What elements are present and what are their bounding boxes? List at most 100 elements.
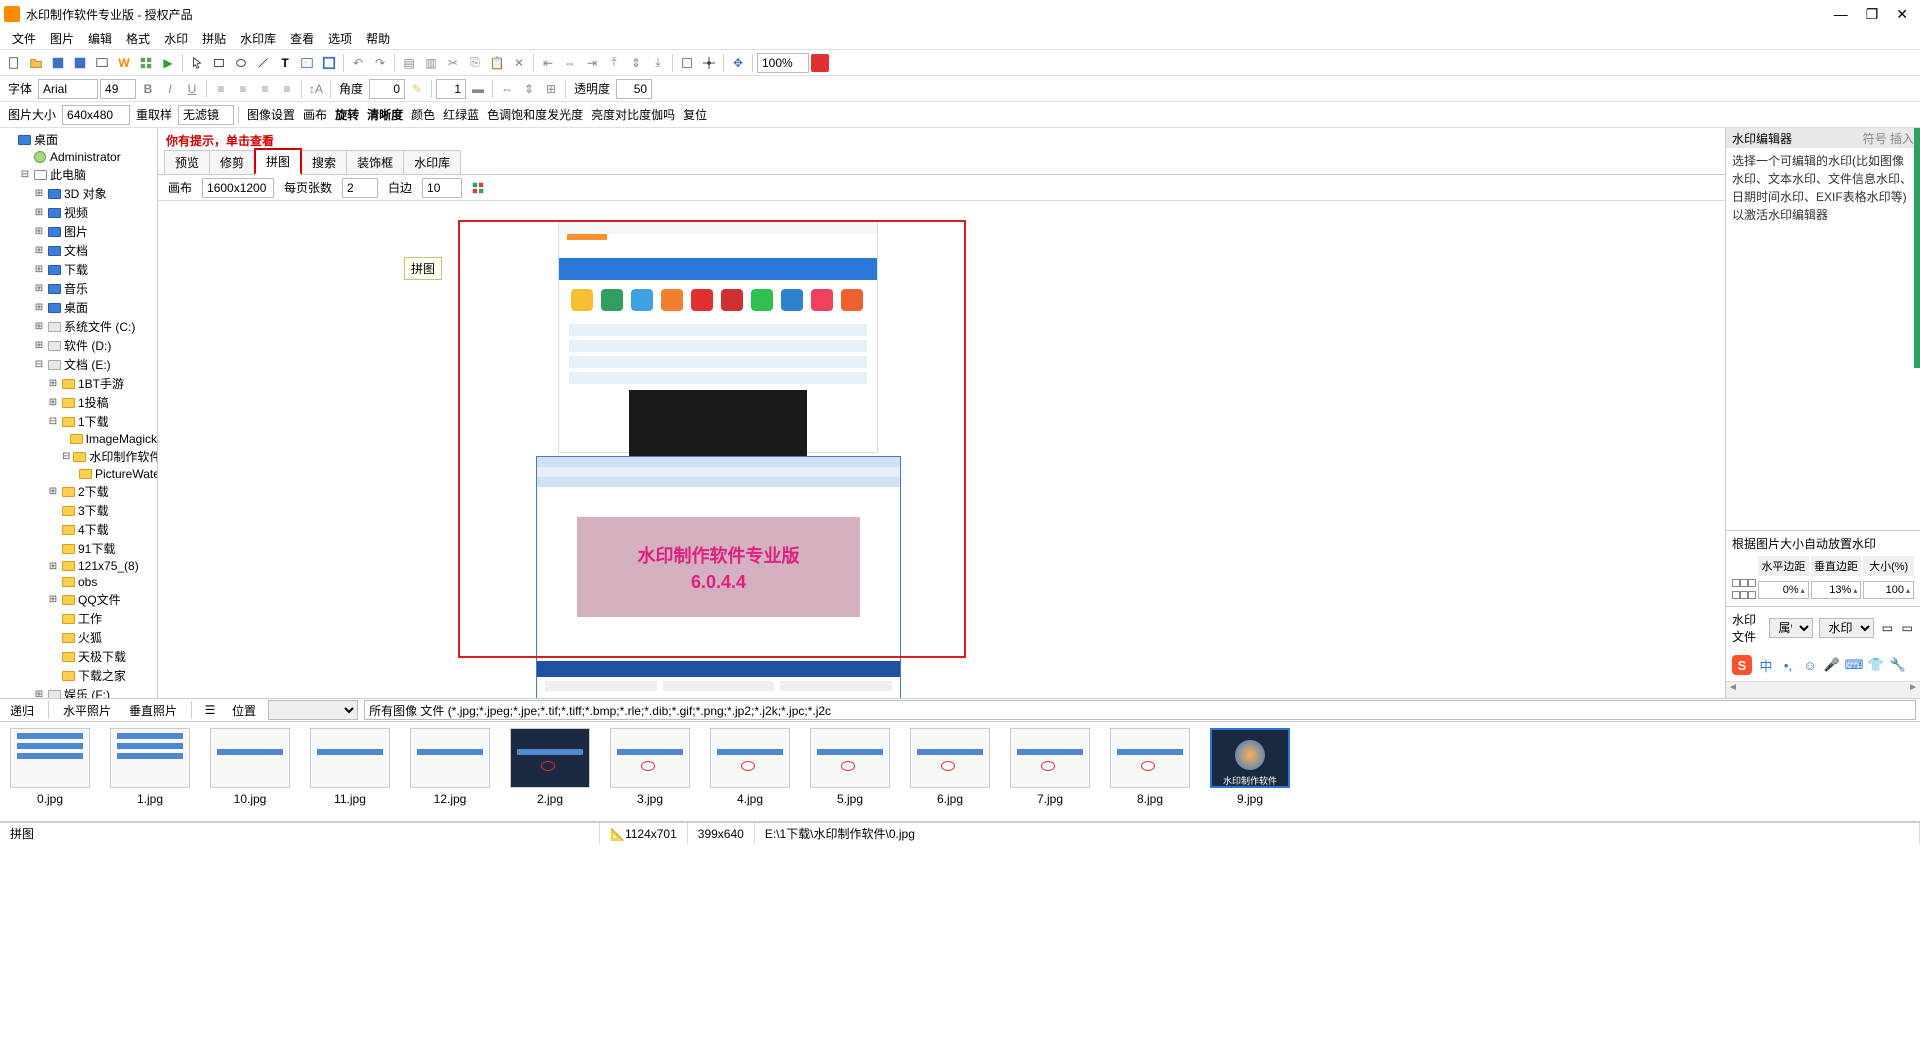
underline-icon[interactable]: U bbox=[182, 79, 202, 99]
wm-select[interactable]: 水印 bbox=[1819, 618, 1874, 638]
vertical-photos-toggle[interactable]: 垂直照片 bbox=[123, 700, 183, 721]
rpanel-hscroll[interactable] bbox=[1726, 681, 1920, 698]
record-button[interactable] bbox=[811, 54, 829, 72]
justify-icon[interactable]: ≡ bbox=[277, 79, 297, 99]
ime-mic-icon[interactable]: 🎤 bbox=[1824, 657, 1840, 673]
tree-item-14[interactable]: ⊟1下载 bbox=[0, 412, 157, 431]
folder-tree[interactable]: 桌面 Administrator⊟此电脑⊞3D 对象⊞视频⊞图片⊞文档⊞下载⊞音… bbox=[0, 128, 158, 698]
position-select[interactable] bbox=[268, 700, 358, 720]
align-center-text-icon[interactable]: ≡ bbox=[233, 79, 253, 99]
tb3-btn-6[interactable]: 色调饱和度发光度 bbox=[483, 108, 587, 122]
tree-item-13[interactable]: ⊞1投稿 bbox=[0, 393, 157, 412]
tree-item-6[interactable]: ⊞下载 bbox=[0, 260, 157, 279]
copy-icon[interactable]: ⎘ bbox=[465, 53, 485, 73]
rpanel-scrollbar[interactable] bbox=[1914, 128, 1920, 368]
pointer-icon[interactable] bbox=[187, 53, 207, 73]
tb3-btn-7[interactable]: 亮度对比度伽吗 bbox=[587, 108, 679, 122]
tab-4[interactable]: 装饰框 bbox=[346, 150, 404, 174]
frame-icon[interactable] bbox=[319, 53, 339, 73]
center-icon[interactable] bbox=[699, 53, 719, 73]
thumb-7[interactable]: 4.jpg bbox=[710, 728, 790, 806]
thumb-2[interactable]: 10.jpg bbox=[210, 728, 290, 806]
insert-link[interactable]: 插入 bbox=[1890, 132, 1914, 146]
tile-icon[interactable]: ⊞ bbox=[541, 79, 561, 99]
thumb-4[interactable]: 12.jpg bbox=[410, 728, 490, 806]
tree-item-16[interactable]: ⊟水印制作软件 bbox=[0, 447, 157, 466]
tree-item-11[interactable]: ⊟文档 (E:) bbox=[0, 355, 157, 374]
logo-small-icon[interactable]: W bbox=[114, 53, 134, 73]
menu-4[interactable]: 水印 bbox=[158, 28, 194, 49]
maximize-button[interactable]: ❐ bbox=[1866, 6, 1879, 23]
tree-item-25[interactable]: 工作 bbox=[0, 609, 157, 628]
tofront-icon[interactable]: ▤ bbox=[399, 53, 419, 73]
tb3-btn-1[interactable]: 画布 bbox=[299, 108, 331, 122]
tree-root[interactable]: 桌面 bbox=[0, 130, 157, 149]
tab-1[interactable]: 修剪 bbox=[209, 150, 255, 174]
tb3-btn-4[interactable]: 颜色 bbox=[407, 108, 439, 122]
align-right-text-icon[interactable]: ≡ bbox=[255, 79, 275, 99]
move-icon[interactable]: ✥ bbox=[728, 53, 748, 73]
tree-item-18[interactable]: ⊞2下载 bbox=[0, 482, 157, 501]
ime-lang-button[interactable]: 中 bbox=[1758, 657, 1774, 673]
italic-icon[interactable]: I bbox=[160, 79, 180, 99]
tree-item-24[interactable]: ⊞QQ文件 bbox=[0, 590, 157, 609]
line-width-input[interactable] bbox=[436, 79, 466, 99]
bold-icon[interactable]: B bbox=[138, 79, 158, 99]
minimize-button[interactable]: — bbox=[1834, 6, 1848, 23]
redo-icon[interactable]: ↷ bbox=[370, 53, 390, 73]
tree-item-15[interactable]: ImageMagick bbox=[0, 431, 157, 447]
image-icon[interactable] bbox=[297, 53, 317, 73]
tab-5[interactable]: 水印库 bbox=[403, 150, 461, 174]
tree-item-5[interactable]: ⊞文档 bbox=[0, 241, 157, 260]
thumb-3[interactable]: 11.jpg bbox=[310, 728, 390, 806]
font-size-input[interactable] bbox=[100, 79, 136, 99]
thumb-10[interactable]: 7.jpg bbox=[1010, 728, 1090, 806]
wm-btn1-icon[interactable]: ▭ bbox=[1880, 618, 1894, 638]
menu-8[interactable]: 选项 bbox=[322, 28, 358, 49]
tree-item-21[interactable]: 91下载 bbox=[0, 539, 157, 558]
rect-icon[interactable] bbox=[209, 53, 229, 73]
thumb-1[interactable]: 1.jpg bbox=[110, 728, 190, 806]
recursive-toggle[interactable]: 递归 bbox=[4, 700, 40, 721]
ellipse-icon[interactable] bbox=[231, 53, 251, 73]
symbol-link[interactable]: 符号 bbox=[1863, 132, 1887, 146]
margin-input[interactable] bbox=[422, 178, 462, 198]
angle-input[interactable] bbox=[369, 79, 405, 99]
tree-item-12[interactable]: ⊞1BT手游 bbox=[0, 374, 157, 393]
paste-icon[interactable]: 📋 bbox=[487, 53, 507, 73]
menu-1[interactable]: 图片 bbox=[44, 28, 80, 49]
selection-frame[interactable] bbox=[458, 220, 966, 658]
brush-icon[interactable]: ✎ bbox=[407, 79, 427, 99]
filetypes-input[interactable] bbox=[364, 700, 1916, 720]
filter-select[interactable] bbox=[178, 105, 234, 125]
align-m-icon[interactable]: ⇕ bbox=[626, 53, 646, 73]
tab-3[interactable]: 搜索 bbox=[301, 150, 347, 174]
ime-keyboard-icon[interactable]: ⌨ bbox=[1846, 657, 1862, 673]
tree-item-3[interactable]: ⊞视频 bbox=[0, 203, 157, 222]
ime-punct-icon[interactable]: •, bbox=[1780, 657, 1796, 673]
tree-item-17[interactable]: PictureWater bbox=[0, 466, 157, 482]
tree-item-26[interactable]: 火狐 bbox=[0, 628, 157, 647]
canvas-area[interactable]: 拼图 水印制作软件专业版 6.0.4.4 bbox=[158, 201, 1725, 698]
horizontal-photos-toggle[interactable]: 水平照片 bbox=[57, 700, 117, 721]
tab-0[interactable]: 预览 bbox=[164, 150, 210, 174]
tree-item-7[interactable]: ⊞音乐 bbox=[0, 279, 157, 298]
list-view-icon[interactable]: ☰ bbox=[200, 700, 220, 720]
thumb-9[interactable]: 6.jpg bbox=[910, 728, 990, 806]
cut-icon[interactable]: ✂ bbox=[443, 53, 463, 73]
tree-item-22[interactable]: ⊞121x75_(8) bbox=[0, 558, 157, 574]
sogou-ime-icon[interactable]: S bbox=[1732, 655, 1752, 675]
menu-9[interactable]: 帮助 bbox=[360, 28, 396, 49]
tb3-btn-2[interactable]: 旋转 bbox=[331, 108, 363, 122]
tree-item-27[interactable]: 天极下载 bbox=[0, 647, 157, 666]
tree-item-9[interactable]: ⊞系统文件 (C:) bbox=[0, 317, 157, 336]
canvas-size-input[interactable] bbox=[202, 178, 274, 198]
vertical-text-icon[interactable]: ↕A bbox=[306, 79, 326, 99]
perpage-input[interactable] bbox=[342, 178, 378, 198]
vmargin-input[interactable]: 13% bbox=[1811, 581, 1862, 599]
toback-icon[interactable]: ▥ bbox=[421, 53, 441, 73]
close-button[interactable]: ✕ bbox=[1896, 6, 1908, 23]
size-input[interactable]: 100 bbox=[1863, 581, 1914, 599]
font-name-input[interactable] bbox=[38, 79, 98, 99]
tree-item-19[interactable]: 3下载 bbox=[0, 501, 157, 520]
